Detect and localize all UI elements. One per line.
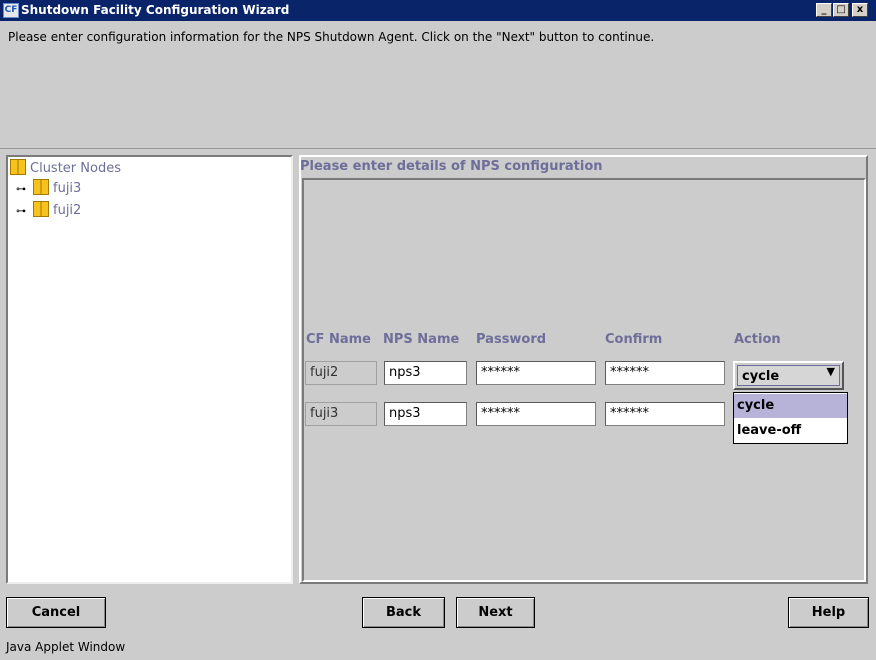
action-dropdown-list: cycle leave-off — [733, 392, 848, 444]
tree-root[interactable]: Cluster Nodes — [10, 159, 121, 177]
app-icon: CF — [3, 3, 19, 18]
header-action: Action — [734, 332, 781, 347]
instruction-panel: Please enter configuration information f… — [0, 21, 876, 149]
tree-node-label: fuji2 — [53, 203, 82, 218]
node-icon — [33, 201, 49, 217]
panel-title: Please enter details of NPS configuratio… — [300, 159, 603, 174]
confirm-password-input[interactable]: ****** — [605, 361, 725, 385]
chevron-down-icon[interactable]: ▼ — [827, 365, 835, 378]
password-input[interactable]: ****** — [476, 402, 596, 426]
cluster-tree: Cluster Nodes ⊶ fuji3 ⊶ fuji2 — [6, 155, 293, 584]
header-nps-name: NPS Name — [383, 332, 460, 347]
window-title: Shutdown Facility Configuration Wizard — [21, 3, 290, 17]
tree-node-label: fuji3 — [53, 181, 82, 196]
back-button[interactable]: Back — [362, 597, 445, 628]
title-bar: CF Shutdown Facility Configuration Wizar… — [0, 0, 876, 21]
nps-name-input[interactable]: nps3 — [384, 361, 467, 385]
expand-toggle-icon[interactable]: ⊶ — [16, 181, 30, 199]
header-confirm: Confirm — [605, 332, 663, 347]
cluster-icon — [10, 159, 26, 175]
cf-name-field: fuji2 — [305, 361, 377, 385]
cf-name-field: fuji3 — [305, 402, 377, 426]
maximize-button[interactable]: □ — [833, 3, 849, 17]
action-option-leave-off[interactable]: leave-off — [734, 419, 847, 443]
header-password: Password — [476, 332, 547, 347]
status-text: Java Applet Window — [6, 640, 126, 654]
password-input[interactable]: ****** — [476, 361, 596, 385]
expand-toggle-icon[interactable]: ⊶ — [16, 203, 30, 221]
tree-node-fuji3[interactable]: ⊶ fuji3 — [16, 179, 81, 197]
header-cf-name: CF Name — [306, 332, 371, 347]
next-button[interactable]: Next — [456, 597, 535, 628]
action-option-cycle[interactable]: cycle — [734, 394, 847, 418]
action-select-value: cycle — [737, 365, 840, 386]
cancel-button[interactable]: Cancel — [6, 597, 106, 628]
tree-node-fuji2[interactable]: ⊶ fuji2 — [16, 201, 81, 219]
close-button[interactable]: x — [852, 3, 868, 17]
help-button[interactable]: Help — [788, 597, 869, 628]
minimize-button[interactable]: _ — [816, 3, 832, 17]
nps-name-input[interactable]: nps3 — [384, 402, 467, 426]
node-icon — [33, 179, 49, 195]
action-select[interactable]: cycle ▼ — [733, 361, 844, 390]
tree-root-label: Cluster Nodes — [30, 161, 121, 176]
instruction-text: Please enter configuration information f… — [8, 30, 655, 44]
confirm-password-input[interactable]: ****** — [605, 402, 725, 426]
